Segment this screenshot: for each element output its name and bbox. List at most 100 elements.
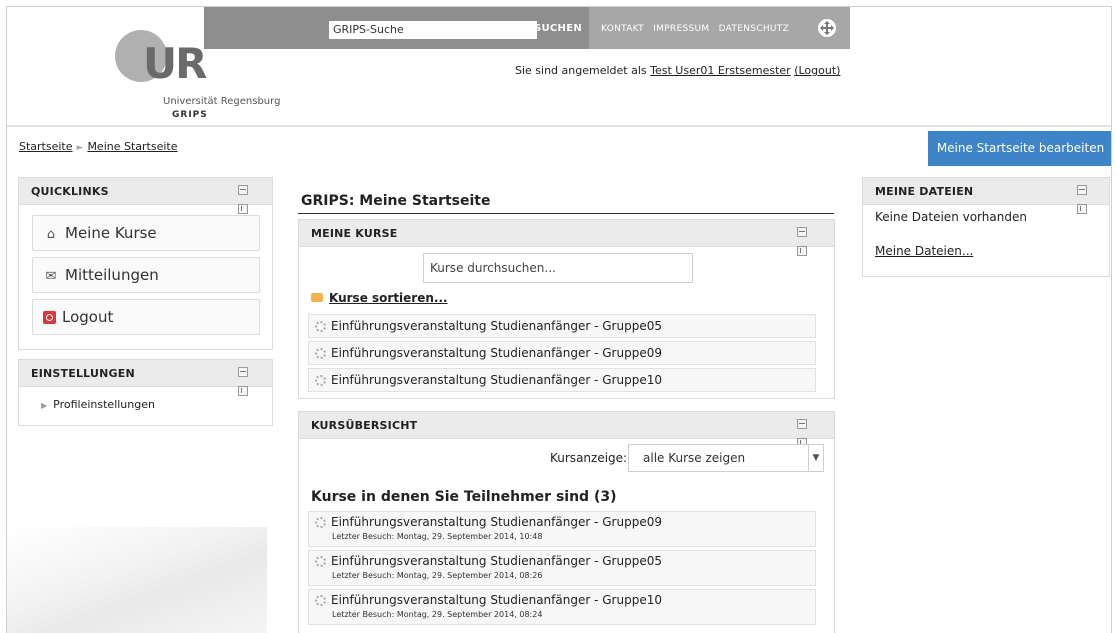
my-courses-header: MEINE KURSE bbox=[299, 220, 834, 256]
settings-block: EINSTELLUNGEN ▶ Profileinstellungen bbox=[18, 359, 273, 426]
login-prefix: Sie sind angemeldet als bbox=[515, 64, 647, 77]
contact-link[interactable]: KONTAKT bbox=[601, 24, 644, 34]
logout-link[interactable]: (Logout) bbox=[794, 64, 840, 77]
logout-icon bbox=[43, 311, 56, 324]
header-divider bbox=[7, 125, 1111, 127]
course-item[interactable]: Einführungsveranstaltung Studienanfänger… bbox=[308, 314, 816, 338]
top-links: KONTAKT IMPRESSUM DATENSCHUTZ bbox=[601, 24, 795, 34]
course-icon bbox=[315, 348, 326, 359]
overview-course-name: Einführungsveranstaltung Studienanfänger… bbox=[331, 554, 662, 568]
minimize-icon[interactable] bbox=[238, 367, 248, 377]
block-controls bbox=[796, 419, 816, 448]
course-display-label: Kursanzeige: bbox=[550, 451, 628, 465]
course-icon bbox=[315, 556, 326, 567]
breadcrumb-home[interactable]: Startseite bbox=[19, 140, 73, 153]
quicklinks-block: QUICKLINKS ⌂ Meine Kurse ✉ Mitteilungen Lo… bbox=[18, 177, 273, 350]
overview-course-name-row: Einführungsveranstaltung Studienanfänger… bbox=[315, 554, 662, 568]
block-controls bbox=[237, 185, 257, 214]
login-info: Sie sind angemeldet als Test User01 Erst… bbox=[515, 64, 840, 77]
fullscreen-icon[interactable] bbox=[818, 19, 836, 37]
top-navigation-bar: SUCHEN KONTAKT IMPRESSUM DATENSCHUTZ bbox=[204, 7, 850, 49]
dock-icon[interactable] bbox=[1077, 204, 1087, 214]
quicklink-label: Logout bbox=[62, 308, 114, 326]
course-name: Einführungsveranstaltung Studienanfänger… bbox=[331, 346, 662, 360]
quicklink-label: Meine Kurse bbox=[65, 224, 157, 242]
search-button[interactable]: SUCHEN bbox=[534, 23, 582, 34]
course-icon bbox=[315, 595, 326, 606]
course-item[interactable]: Einführungsveranstaltung Studienanfänger… bbox=[308, 341, 816, 365]
courses-icon: ⌂ bbox=[46, 227, 56, 242]
search-input[interactable] bbox=[329, 21, 537, 39]
course-name: Einführungsveranstaltung Studienanfänger… bbox=[331, 373, 662, 387]
course-item[interactable]: Einführungsveranstaltung Studienanfänger… bbox=[308, 368, 816, 392]
course-name: Einführungsveranstaltung Studienanfänger… bbox=[331, 319, 662, 333]
dock-icon[interactable] bbox=[238, 386, 248, 396]
system-name: GRIPS bbox=[172, 110, 208, 120]
course-icon bbox=[315, 517, 326, 528]
quicklinks-title: QUICKLINKS bbox=[31, 185, 109, 198]
overview-course-name: Einführungsveranstaltung Studienanfänger… bbox=[331, 593, 662, 607]
last-visit: Letzter Besuch: Montag, 29. September 20… bbox=[332, 610, 543, 619]
course-icon bbox=[315, 375, 326, 386]
quicklink-logout[interactable]: Logout bbox=[32, 299, 260, 335]
university-name: Universität Regensburg bbox=[163, 96, 281, 107]
page-frame: UR Universität Regensburg GRIPS SUCHEN K… bbox=[6, 6, 1112, 633]
logo-letters: UR bbox=[143, 39, 207, 88]
impressum-link[interactable]: IMPRESSUM bbox=[653, 24, 709, 34]
overview-course-name: Einführungsveranstaltung Studienanfänger… bbox=[331, 515, 662, 529]
settings-header: EINSTELLUNGEN bbox=[19, 360, 272, 396]
minimize-icon[interactable] bbox=[797, 419, 807, 429]
my-files-block: MEINE DATEIEN Keine Dateien vorhanden Me… bbox=[862, 177, 1110, 277]
overview-course-item[interactable]: Einführungsveranstaltung Studienanfänger… bbox=[308, 550, 816, 586]
course-display-value: alle Kurse zeigen bbox=[643, 451, 746, 465]
background-decoration bbox=[7, 527, 267, 633]
settings-item-label: Profileinstellungen bbox=[53, 398, 155, 411]
block-controls bbox=[1076, 185, 1096, 214]
settings-title: EINSTELLUNGEN bbox=[31, 367, 135, 380]
sort-courses-link[interactable]: Kurse sortieren... bbox=[311, 291, 448, 305]
datenschutz-link[interactable]: DATENSCHUTZ bbox=[719, 24, 789, 34]
overview-course-item[interactable]: Einführungsveranstaltung Studienanfänger… bbox=[308, 589, 816, 625]
quicklink-meine-kurse[interactable]: ⌂ Meine Kurse bbox=[32, 215, 260, 251]
user-profile-link[interactable]: Test User01 Erstsemester bbox=[650, 64, 791, 77]
chevron-down-icon: ▼ bbox=[808, 445, 823, 471]
my-courses-block: MEINE KURSE Kurse durchsuchen... Kurse s… bbox=[298, 219, 835, 399]
edit-startpage-button[interactable]: Meine Startseite bearbeiten bbox=[928, 131, 1111, 166]
dock-icon[interactable] bbox=[238, 204, 248, 214]
course-display-select[interactable]: alle Kurse zeigen ▼ bbox=[628, 444, 824, 472]
last-visit: Letzter Besuch: Montag, 29. September 20… bbox=[332, 532, 543, 541]
messages-icon: ✉ bbox=[45, 269, 57, 284]
overview-course-item[interactable]: Einführungsveranstaltung Studienanfänger… bbox=[308, 511, 816, 547]
block-controls bbox=[796, 227, 816, 256]
my-courses-title: MEINE KURSE bbox=[311, 227, 398, 240]
folder-icon bbox=[311, 293, 323, 302]
minimize-icon[interactable] bbox=[797, 227, 807, 237]
course-overview-block: KURSÜBERSICHT Kursanzeige: alle Kurse ze… bbox=[298, 411, 835, 633]
my-files-header: MEINE DATEIEN bbox=[863, 178, 1109, 214]
minimize-icon[interactable] bbox=[1077, 185, 1087, 195]
quicklink-mitteilungen[interactable]: ✉ Mitteilungen bbox=[32, 257, 260, 293]
last-visit: Letzter Besuch: Montag, 29. September 20… bbox=[332, 571, 543, 580]
overview-course-name-row: Einführungsveranstaltung Studienanfänger… bbox=[315, 515, 662, 529]
enrolled-courses-heading: Kurse in denen Sie Teilnehmer sind (3) bbox=[311, 489, 617, 505]
course-search-input[interactable]: Kurse durchsuchen... bbox=[423, 253, 693, 283]
page-title: GRIPS: Meine Startseite bbox=[301, 193, 491, 209]
minimize-icon[interactable] bbox=[238, 185, 248, 195]
course-overview-header: KURSÜBERSICHT bbox=[299, 412, 834, 448]
my-files-title: MEINE DATEIEN bbox=[875, 185, 974, 198]
quicklinks-header: QUICKLINKS bbox=[19, 178, 272, 214]
breadcrumb-current[interactable]: Meine Startseite bbox=[87, 140, 177, 153]
settings-item-profile[interactable]: ▶ Profileinstellungen bbox=[41, 398, 155, 411]
course-overview-title: KURSÜBERSICHT bbox=[311, 419, 418, 432]
no-files-text: Keine Dateien vorhanden bbox=[875, 210, 1027, 224]
page-title-underline bbox=[298, 213, 834, 214]
expand-arrow-icon: ▶ bbox=[41, 401, 48, 410]
dock-icon[interactable] bbox=[797, 246, 807, 256]
course-icon bbox=[315, 321, 326, 332]
my-files-link[interactable]: Meine Dateien... bbox=[875, 244, 973, 258]
overview-course-name-row: Einführungsveranstaltung Studienanfänger… bbox=[315, 593, 662, 607]
quicklink-label: Mitteilungen bbox=[65, 266, 159, 284]
sort-courses-label: Kurse sortieren... bbox=[329, 291, 448, 305]
block-controls bbox=[237, 367, 257, 396]
breadcrumb-separator: ► bbox=[76, 143, 84, 153]
